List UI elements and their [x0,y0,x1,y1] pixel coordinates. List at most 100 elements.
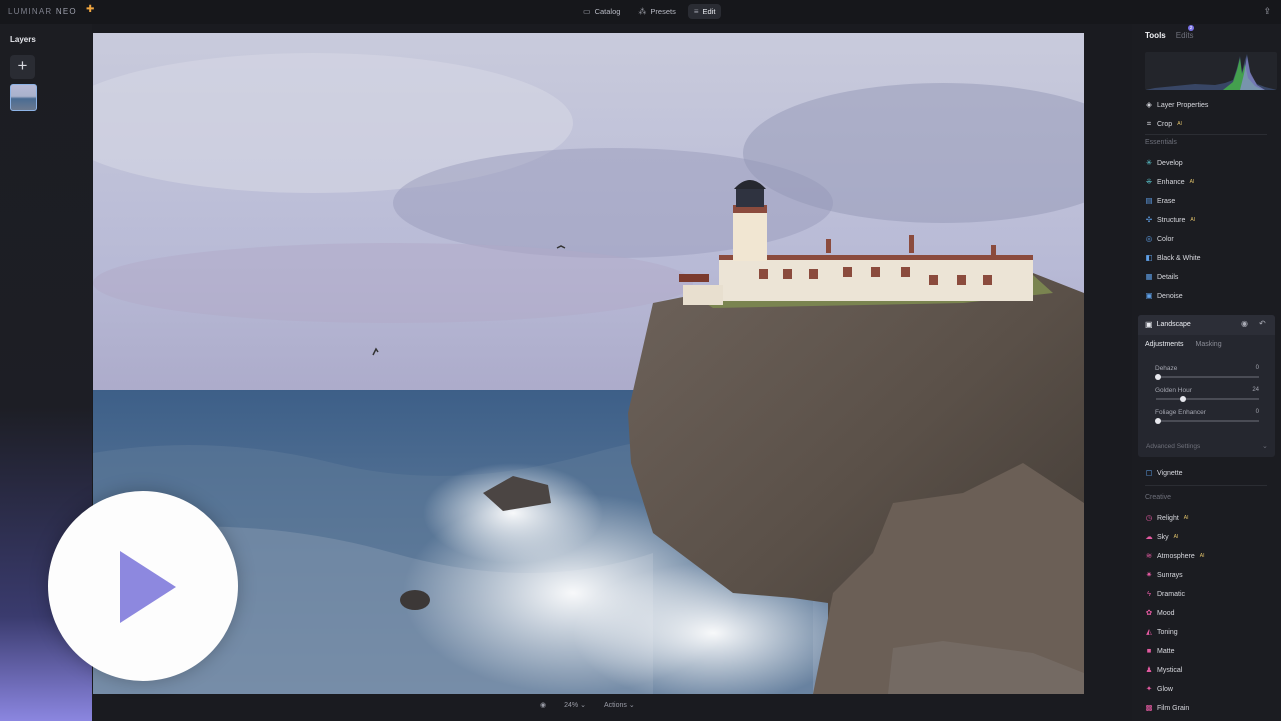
add-layer-button[interactable]: + [10,55,35,79]
layer-thumbnail[interactable] [10,84,37,111]
tool-structure[interactable]: ✣ Structure AI [1145,213,1195,227]
layers-icon: ◈ [1146,100,1152,109]
top-bar: LUMINAR NEO ✚ ▭ Catalog ⁂ Presets ≡ Edit… [0,0,1281,24]
vignette-icon: ▢ [1145,468,1153,477]
erase-icon: ▤ [1145,196,1153,205]
atmosphere-icon: ≋ [1145,551,1153,560]
slider-track[interactable] [1156,420,1259,422]
tool-label: Glow [1157,685,1173,693]
zoom-label: 24% [564,702,579,709]
tab-masking[interactable]: Masking [1196,341,1222,348]
tab-catalog-label: Catalog [594,7,621,16]
tab-catalog[interactable]: ▭ Catalog [577,4,626,19]
ai-badge: AI [1199,553,1205,559]
landscape-label: Landscape [1156,321,1191,328]
tool-label: Structure [1157,216,1186,224]
toning-icon: ◭ [1146,627,1152,636]
slider-handle[interactable] [1179,395,1186,402]
tool-atmosphere[interactable]: ≋ Atmosphere AI [1145,549,1205,563]
bottom-bar: ◉ 24% ⌄ Actions ⌄ [540,701,635,709]
actions-dropdown[interactable]: Actions ⌄ [604,701,635,709]
tab-presets-label: Presets [650,7,676,16]
tool-enhance[interactable]: ⁜ Enhance AI [1145,175,1195,189]
tool-label: Matte [1157,647,1175,655]
tool-label: Toning [1157,628,1178,636]
zoom-dropdown[interactable]: 24% ⌄ [564,701,586,709]
slider-handle[interactable] [1155,373,1161,380]
eye-icon[interactable]: ◉ [1241,319,1248,328]
slider-handle[interactable] [1155,417,1161,424]
tool-label: Black & White [1157,254,1201,262]
share-icon[interactable]: ⇪ [1263,6,1271,17]
slider-value: 0 [1255,365,1259,371]
app-window: LUMINAR NEO ✚ ▭ Catalog ⁂ Presets ≡ Edit… [0,0,1281,721]
logo-sub-text: NEO [55,7,77,16]
tool-glow[interactable]: ✦ Glow [1145,682,1173,696]
sunrays-icon: ✷ [1145,570,1153,579]
photo-canvas[interactable] [93,33,1084,694]
tool-matte[interactable]: ■ Matte [1145,644,1175,658]
matte-icon: ■ [1146,646,1152,655]
landscape-panel [1138,315,1275,457]
presets-icon: ⁂ [638,7,647,16]
actions-label: Actions [603,702,627,709]
tool-toning[interactable]: ◭ Toning [1145,625,1178,639]
tool-dramatic[interactable]: ϟ Dramatic [1145,587,1185,601]
logo-text: LUMINAR [8,7,53,16]
chevron-down-icon[interactable]: ⌄ [1262,442,1268,450]
landscape-title: ▣ Landscape [1145,320,1191,329]
tab-tools[interactable]: Tools [1145,31,1166,40]
tool-develop[interactable]: ✳ Develop [1145,156,1183,170]
crop-button[interactable]: ⌗ Crop AI [1145,117,1182,131]
relight-icon: ◷ [1145,513,1153,522]
structure-icon: ✣ [1145,215,1153,224]
landscape-icon: ▣ [1145,320,1153,329]
reset-icon[interactable]: ↶ [1259,319,1266,328]
denoise-icon: ▣ [1145,291,1153,300]
tool-sky[interactable]: ☁ Sky AI [1145,530,1178,544]
tool-label: Denoise [1157,292,1183,300]
landscape-subtabs: Adjustments Masking [1145,341,1222,348]
tool-relight[interactable]: ◷ Relight AI [1145,511,1189,525]
essentials-title: Essentials [1145,139,1177,146]
enhance-icon: ⁜ [1145,177,1153,186]
develop-icon: ✳ [1145,158,1153,167]
puzzle-icon[interactable]: ✚ [86,5,96,15]
sliders-icon: ≡ [693,7,699,16]
tab-presets[interactable]: ⁂ Presets [632,4,681,19]
film-grain-icon: ▩ [1145,703,1153,712]
tool-mystical[interactable]: ♟ Mystical [1145,663,1183,677]
tool-label: Film Grain [1157,704,1190,712]
dramatic-icon: ϟ [1147,589,1151,598]
divider [1145,485,1267,486]
slider-track[interactable] [1156,398,1259,400]
tab-edit[interactable]: ≡ Edit [687,4,722,19]
tool-details[interactable]: ▦ Details [1145,270,1178,284]
tool-film-grain[interactable]: ▩ Film Grain [1145,701,1189,715]
tool-black-white[interactable]: ◧ Black & White [1145,251,1201,265]
layer-properties-button[interactable]: ◈ Layer Properties [1145,98,1208,112]
eye-icon[interactable]: ◉ [540,701,546,709]
crop-label: Crop [1157,120,1173,128]
slider-track[interactable] [1156,376,1259,378]
bw-icon: ◧ [1145,253,1153,262]
tool-label: Mystical [1157,666,1183,674]
crop-icon: ⌗ [1146,119,1152,128]
tab-edits[interactable]: Edits [1176,31,1194,40]
advanced-settings-label[interactable]: Advanced Settings [1146,443,1200,450]
tool-sunrays[interactable]: ✷ Sunrays [1145,568,1183,582]
tool-erase[interactable]: ▤ Erase [1145,194,1175,208]
tool-label: Erase [1157,197,1176,205]
tool-label: Develop [1157,159,1183,167]
tab-adjustments[interactable]: Adjustments [1145,341,1184,348]
slider-label: Golden Hour [1155,387,1192,394]
ai-badge: AI [1189,179,1195,185]
tool-color[interactable]: ◎ Color [1145,232,1174,246]
top-nav: ▭ Catalog ⁂ Presets ≡ Edit [577,4,722,19]
vignette-label: Vignette [1157,469,1183,477]
tool-mood[interactable]: ✿ Mood [1145,606,1175,620]
tool-label: Dramatic [1157,590,1186,598]
vignette-button[interactable]: ▢ Vignette [1145,466,1183,480]
tool-denoise[interactable]: ▣ Denoise [1145,289,1183,303]
ai-badge: AI [1173,534,1179,540]
